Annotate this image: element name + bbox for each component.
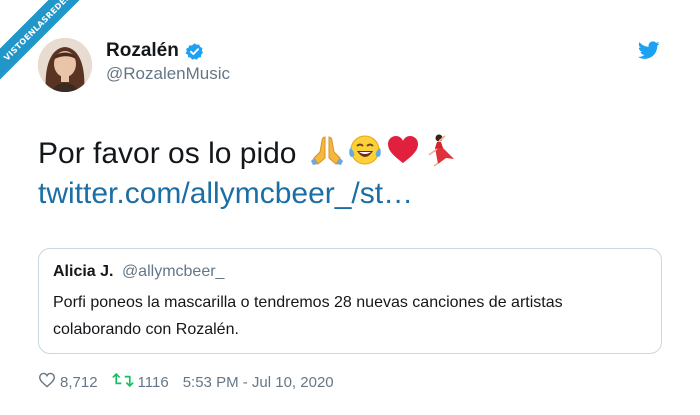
- retweet-count: 1116: [137, 373, 169, 391]
- quoted-tweet-text: Porfi poneos la mascarilla o tendremos 2…: [53, 294, 563, 338]
- like-button[interactable]: 8,712: [38, 372, 98, 392]
- retweet-icon: [111, 372, 134, 392]
- avatar-image: [38, 38, 92, 92]
- author-name[interactable]: Rozalén: [106, 40, 179, 62]
- retweet-button[interactable]: 1116: [111, 372, 169, 392]
- tweet-timestamp[interactable]: 5:53 PM - Jul 10, 2020: [183, 374, 334, 391]
- heart-outline-icon: [38, 372, 56, 392]
- quoted-tweet-header: Alicia J. @allymcbeer_: [53, 263, 224, 281]
- dancer-icon: [424, 133, 458, 175]
- tweet-text: Por favor os lo pido: [38, 133, 458, 175]
- author-handle[interactable]: @RozalenMusic: [106, 64, 230, 84]
- tweet-footer: 8,712 1116 5:53 PM - Jul 10, 2020: [38, 372, 348, 392]
- tweet-emojis: [310, 133, 458, 175]
- folded-hands-icon: [310, 134, 344, 174]
- red-heart-icon: [386, 134, 420, 174]
- quoted-tweet-card[interactable]: Alicia J. @allymcbeer_ Porfi poneos la m…: [38, 248, 662, 354]
- avatar[interactable]: [38, 38, 92, 92]
- quoted-author-name: Alicia J.: [53, 263, 114, 280]
- tears-of-joy-icon: [348, 134, 382, 174]
- verified-badge-icon: [185, 42, 204, 61]
- tweet-link[interactable]: twitter.com/allymcbeer_/st…: [38, 177, 413, 211]
- twitter-bird-icon[interactable]: [637, 41, 660, 65]
- author-name-row: Rozalén: [106, 40, 204, 62]
- like-count: 8,712: [60, 373, 98, 391]
- tweet-text-content: Por favor os lo pido: [38, 137, 297, 170]
- quoted-author-handle: @allymcbeer_: [121, 263, 225, 280]
